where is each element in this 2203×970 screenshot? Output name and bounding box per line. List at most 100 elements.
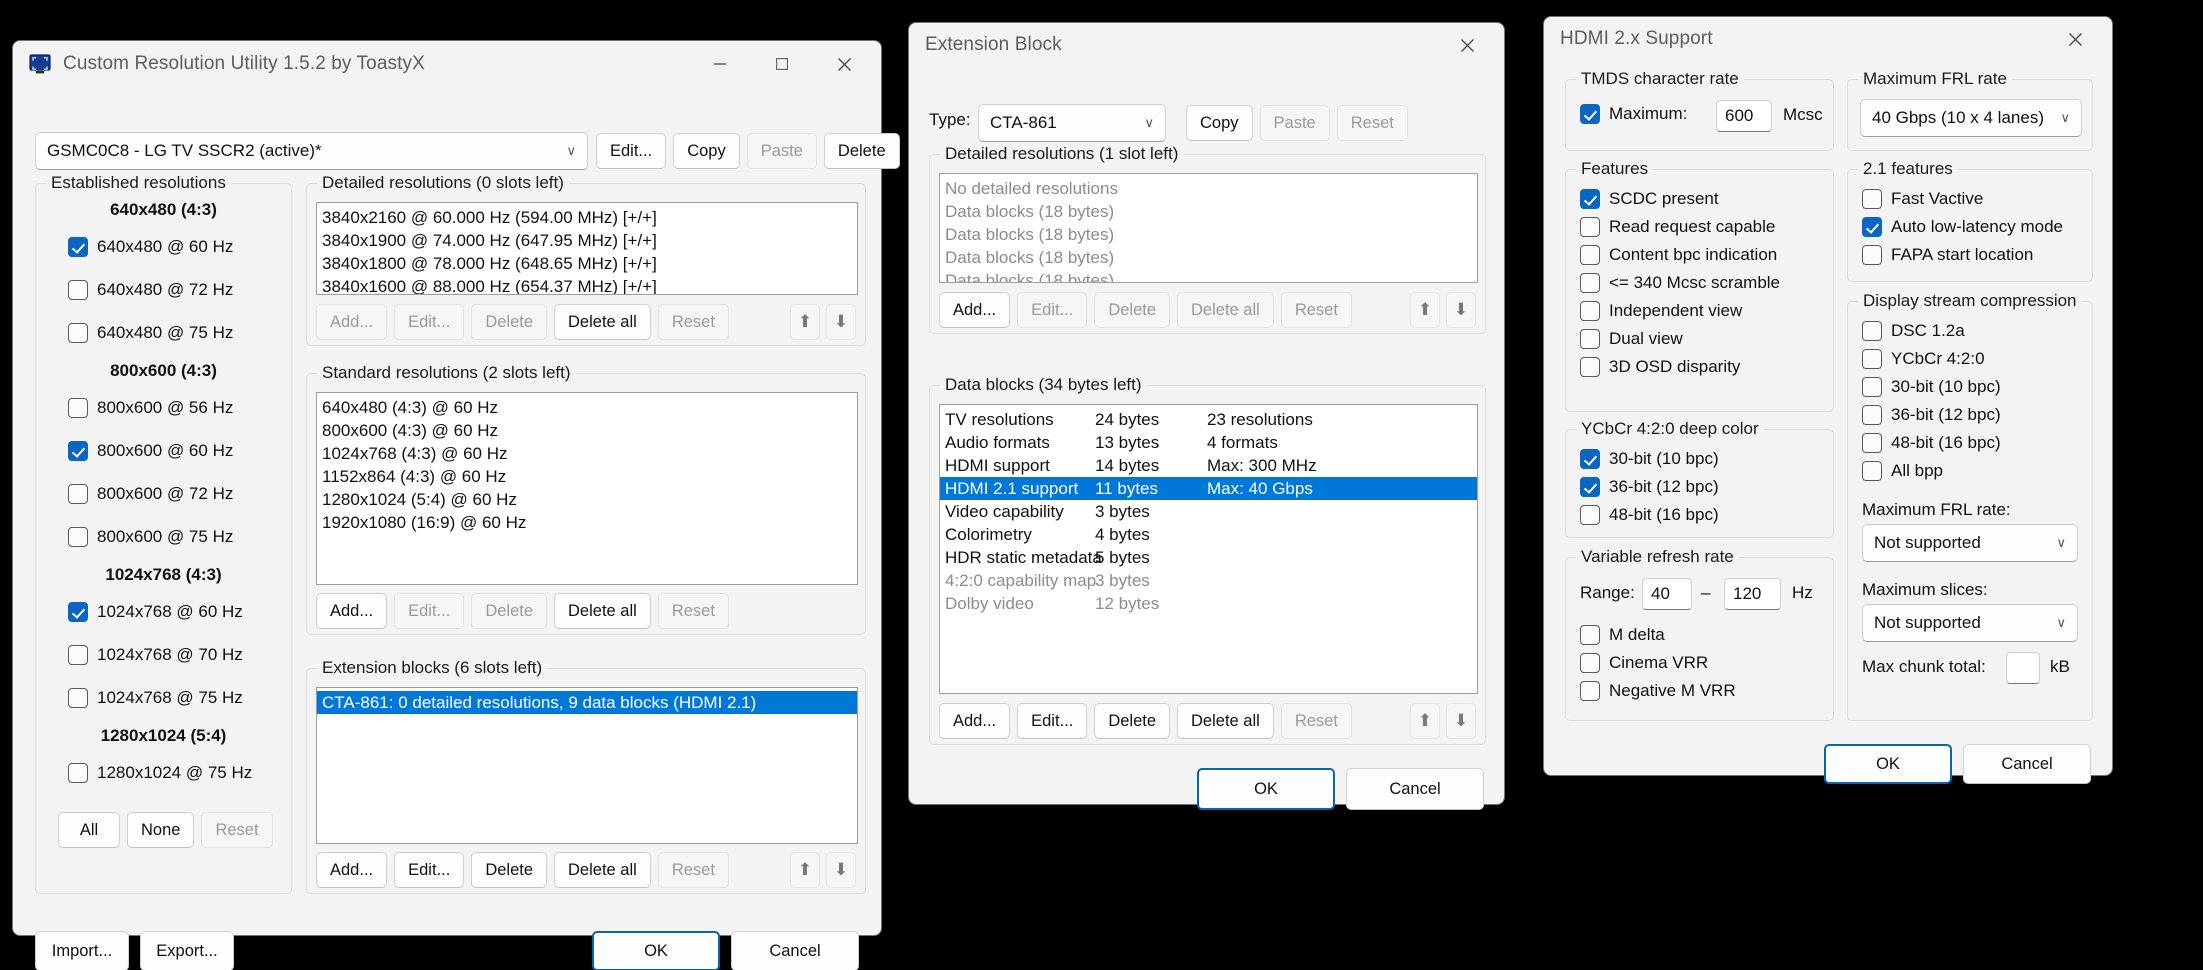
reset-detailed-button[interactable]: Reset [657,304,729,340]
list-item[interactable]: 3840x1800 @ 78.000 Hz (648.65 MHz) [+/+] [317,252,857,275]
edit-standard-button[interactable]: Edit... [394,593,465,629]
list-item[interactable]: 1920x1080 (16:9) @ 60 Hz [317,511,857,534]
list-item[interactable]: 1152x864 (4:3) @ 60 Hz [317,465,857,488]
move-up-icon[interactable]: ⬆ [790,852,820,888]
tmds-maximum-checkbox[interactable]: Maximum: [1580,104,1687,124]
frl-select[interactable]: 40 Gbps (10 x 4 lanes) ∨ [1860,99,2082,137]
checkbox-ycbcr-36bit[interactable]: 36-bit (12 bpc) [1580,477,1719,497]
table-row[interactable]: Colorimetry 4 bytes [940,523,1477,546]
paste-block-button[interactable]: Paste [1259,105,1330,141]
maximize-icon[interactable] [751,42,813,87]
checkbox-800x600-72[interactable]: 800x600 @ 72 Hz [68,484,233,504]
vrr-max-input[interactable]: 120 [1724,578,1781,610]
checkbox-cinema-vrr[interactable]: Cinema VRR [1580,653,1708,673]
ok-button[interactable]: OK [592,931,720,970]
checkbox-1280x1024-75[interactable]: 1280x1024 @ 75 Hz [68,763,252,783]
list-item[interactable]: Data blocks (18 bytes) [940,269,1477,282]
minimize-icon[interactable] [689,42,751,87]
delete-all-detailed-button[interactable]: Delete all [554,304,651,340]
checkbox-dsc-12a[interactable]: DSC 1.2a [1862,321,1965,341]
edit-detailed-button[interactable]: Edit... [394,304,465,340]
list-item[interactable]: 3840x1900 @ 74.000 Hz (647.95 MHz) [+/+] [317,229,857,252]
checkbox-3d-osd-disparity[interactable]: 3D OSD disparity [1580,357,1740,377]
move-up-icon[interactable]: ⬆ [1410,703,1440,739]
checkbox-dsc-30bit[interactable]: 30-bit (10 bpc) [1862,377,2001,397]
checkbox-independent-view[interactable]: Independent view [1580,301,1742,321]
reset-block-button[interactable]: Reset [1336,105,1408,141]
table-row[interactable]: TV resolutions 24 bytes 23 resolutions [940,408,1477,431]
checkbox-fapa-start-location[interactable]: FAPA start location [1862,245,2033,265]
reset-standard-button[interactable]: Reset [657,593,729,629]
list-item[interactable]: No detailed resolutions [940,177,1477,200]
edit-ext-detailed-button[interactable]: Edit... [1017,292,1088,328]
checkbox-800x600-75[interactable]: 800x600 @ 75 Hz [68,527,233,547]
list-item[interactable]: 640x480 (4:3) @ 60 Hz [317,396,857,419]
edit-extension-button[interactable]: Edit... [394,852,465,888]
reset-ext-detailed-button[interactable]: Reset [1280,292,1352,328]
copy-button[interactable]: Copy [673,133,740,169]
checkbox-1024x768-75[interactable]: 1024x768 @ 75 Hz [68,688,243,708]
checkbox-340-mcsc-scramble[interactable]: <= 340 Mcsc scramble [1580,273,1780,293]
delete-all-extension-button[interactable]: Delete all [554,852,651,888]
vrr-min-input[interactable]: 40 [1642,578,1692,610]
delete-all-ext-detailed-button[interactable]: Delete all [1177,292,1274,328]
cancel-button[interactable]: Cancel [731,931,859,970]
edit-datablock-button[interactable]: Edit... [1017,703,1088,739]
move-down-icon[interactable]: ⬇ [1446,292,1476,328]
checkbox-auto-low-latency-mode[interactable]: Auto low-latency mode [1862,217,2063,237]
monitor-select[interactable]: GSMC0C8 - LG TV SSCR2 (active)* ∨ [35,132,588,170]
close-icon[interactable] [2044,17,2106,62]
delete-ext-detailed-button[interactable]: Delete [1094,292,1171,328]
move-down-icon[interactable]: ⬇ [1446,703,1476,739]
checkbox-dsc-36bit[interactable]: 36-bit (12 bpc) [1862,405,2001,425]
list-item[interactable]: Data blocks (18 bytes) [940,200,1477,223]
move-down-icon[interactable]: ⬇ [826,304,856,340]
checkbox-640x480-72[interactable]: 640x480 @ 72 Hz [68,280,233,300]
list-item[interactable]: CTA-861: 0 detailed resolutions, 9 data … [317,691,857,714]
add-datablock-button[interactable]: Add... [939,703,1011,739]
checkbox-fast-vactive[interactable]: Fast Vactive [1862,189,1983,209]
checkbox-800x600-56[interactable]: 800x600 @ 56 Hz [68,398,233,418]
detailed-resolutions-list[interactable]: 3840x2160 @ 60.000 Hz (594.00 MHz) [+/+]… [316,202,858,295]
delete-extension-button[interactable]: Delete [471,852,548,888]
dsc-frl-select[interactable]: Not supported ∨ [1862,524,2078,562]
checkbox-scdc-present[interactable]: SCDC present [1580,189,1719,209]
table-row[interactable]: Video capability 3 bytes [940,500,1477,523]
table-row[interactable]: 4:2:0 capability map 3 bytes [940,569,1477,592]
extension-blocks-list[interactable]: CTA-861: 0 detailed resolutions, 9 data … [316,687,858,844]
list-item[interactable]: 800x600 (4:3) @ 60 Hz [317,419,857,442]
standard-resolutions-list[interactable]: 640x480 (4:3) @ 60 Hz 800x600 (4:3) @ 60… [316,392,858,585]
data-blocks-list[interactable]: TV resolutions 24 bytes 23 resolutions Aud… [939,404,1478,694]
list-item[interactable]: 3840x2160 @ 60.000 Hz (594.00 MHz) [+/+] [317,206,857,229]
dsc-chunk-input[interactable] [2006,652,2040,684]
dsc-slices-select[interactable]: Not supported ∨ [1862,604,2078,642]
ext-detailed-list[interactable]: No detailed resolutions Data blocks (18 … [939,173,1478,283]
list-item[interactable]: 1280x1024 (5:4) @ 60 Hz [317,488,857,511]
table-row[interactable]: HDR static metadata 5 bytes [940,546,1477,569]
close-icon[interactable] [1436,23,1498,68]
checkbox-dsc-all-bpp[interactable]: All bpp [1862,461,1943,481]
delete-detailed-button[interactable]: Delete [471,304,548,340]
ok-button[interactable]: OK [1824,744,1952,784]
move-up-icon[interactable]: ⬆ [1410,292,1440,328]
delete-datablock-button[interactable]: Delete [1094,703,1171,739]
cancel-button[interactable]: Cancel [1346,768,1484,810]
tmds-value-input[interactable]: 600 [1716,100,1772,132]
checkbox-m-delta[interactable]: M delta [1580,625,1665,645]
copy-block-button[interactable]: Copy [1186,105,1253,141]
checkbox-dsc-ycbcr-420[interactable]: YCbCr 4:2:0 [1862,349,1985,369]
close-icon[interactable] [813,42,875,87]
checkbox-ycbcr-48bit[interactable]: 48-bit (16 bpc) [1580,505,1719,525]
all-button[interactable]: All [58,812,120,848]
checkbox-ycbcr-30bit[interactable]: 30-bit (10 bpc) [1580,449,1719,469]
checkbox-dual-view[interactable]: Dual view [1580,329,1683,349]
type-select[interactable]: CTA-861 ∨ [978,104,1166,142]
import-button[interactable]: Import... [35,931,129,970]
checkbox-1024x768-60[interactable]: 1024x768 @ 60 Hz [68,602,243,622]
paste-button[interactable]: Paste [746,133,817,169]
none-button[interactable]: None [127,812,195,848]
table-row[interactable]: Dolby video 12 bytes [940,592,1477,615]
move-down-icon[interactable]: ⬇ [826,852,856,888]
table-row[interactable]: Audio formats 13 bytes 4 formats [940,431,1477,454]
checkbox-640x480-75[interactable]: 640x480 @ 75 Hz [68,323,233,343]
